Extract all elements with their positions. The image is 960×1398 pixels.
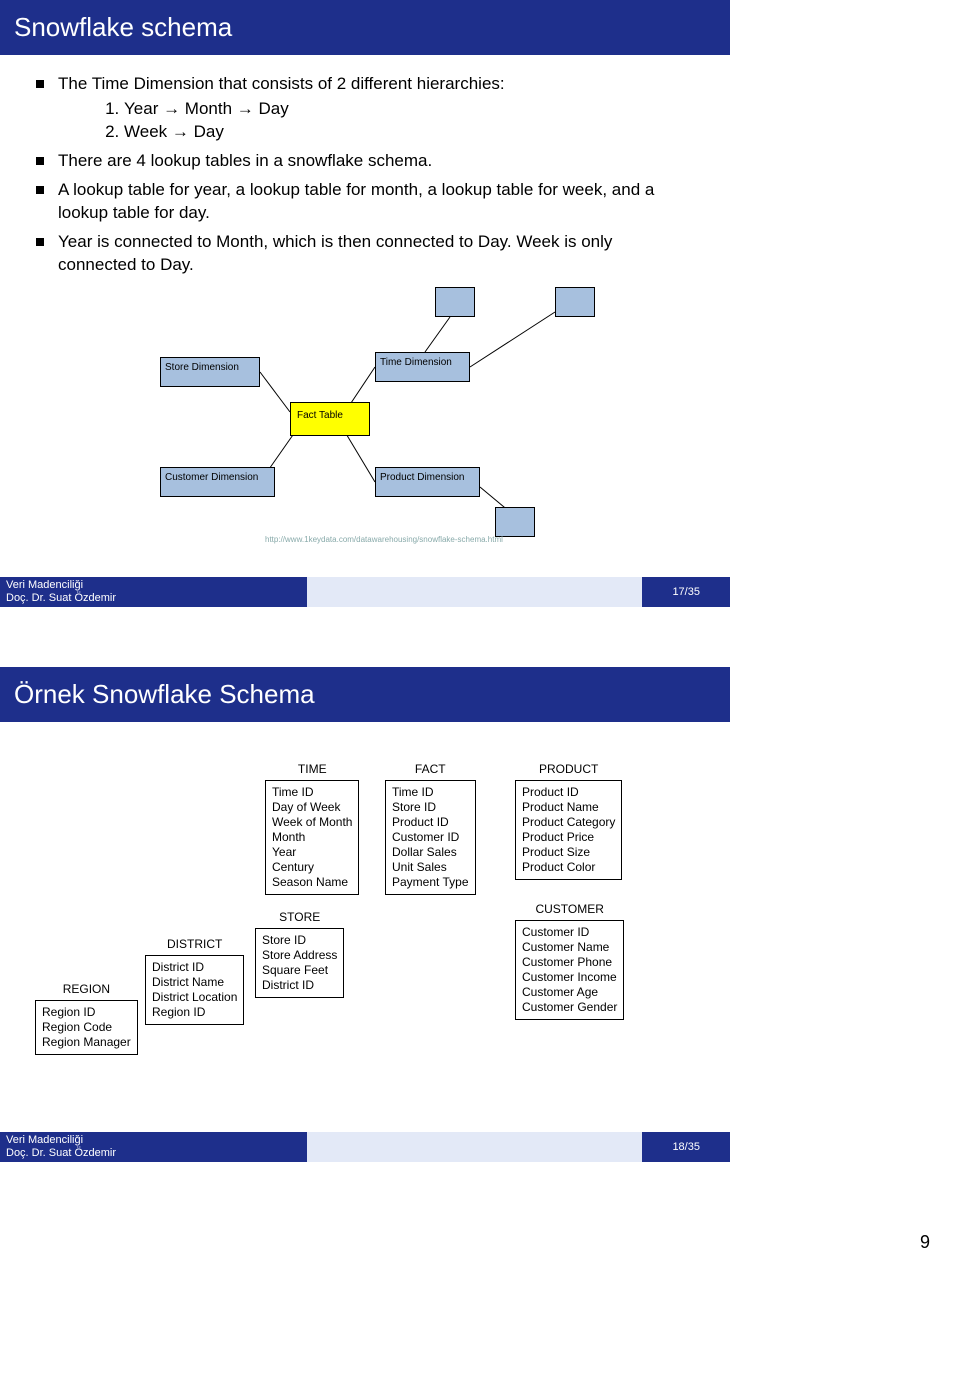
- lookup-box: [555, 287, 595, 317]
- slide-1: Snowflake schema The Time Dimension that…: [0, 0, 730, 607]
- slide-title: Örnek Snowflake Schema: [0, 667, 730, 722]
- entity-district: DISTRICT District IDDistrict NameDistric…: [145, 937, 244, 1025]
- footer-left: Veri Madenciliği Doç. Dr. Suat Özdemir: [0, 1132, 307, 1162]
- footer-mid: [307, 1132, 643, 1162]
- footer-pager-text: 18/35: [672, 1141, 700, 1153]
- slide-title-text: Snowflake schema: [14, 12, 232, 43]
- page-number: 9: [0, 1222, 960, 1259]
- entity-title: TIME: [265, 762, 359, 776]
- entity-store: STORE Store IDStore AddressSquare FeetDi…: [255, 910, 344, 998]
- footer-pager: 17/35: [642, 577, 730, 607]
- ordered-item: Year → Month → Day: [124, 98, 694, 121]
- snowflake-diagram: Store Dimension Time Dimension Fact Tabl…: [115, 287, 615, 567]
- bullet-item: The Time Dimension that consists of 2 di…: [36, 73, 694, 144]
- product-dimension-box: Product Dimension: [375, 467, 480, 497]
- time-dimension-box: Time Dimension: [375, 352, 470, 382]
- slide-title: Snowflake schema: [0, 0, 730, 55]
- entity-title: PRODUCT: [515, 762, 622, 776]
- entity-title: DISTRICT: [145, 937, 244, 951]
- footer-left: Veri Madenciliği Doç. Dr. Suat Özdemir: [0, 577, 307, 607]
- footer-course: Veri Madenciliği: [6, 579, 301, 592]
- entity-fields: District IDDistrict NameDistrict Locatio…: [145, 955, 244, 1025]
- slide-footer: Veri Madenciliği Doç. Dr. Suat Özdemir 1…: [0, 577, 730, 607]
- entity-region: REGION Region IDRegion CodeRegion Manage…: [35, 982, 138, 1055]
- entity-title: FACT: [385, 762, 476, 776]
- footer-course: Veri Madenciliği: [6, 1134, 301, 1147]
- lookup-box: [435, 287, 475, 317]
- entity-fact: FACT Time IDStore IDProduct IDCustomer I…: [385, 762, 476, 895]
- footer-author: Doç. Dr. Suat Özdemir: [6, 1147, 301, 1160]
- entity-fields: Store IDStore AddressSquare FeetDistrict…: [255, 928, 344, 998]
- entity-fields: Time IDDay of WeekWeek of MonthMonthYear…: [265, 780, 359, 895]
- bullet-text: The Time Dimension that consists of 2 di…: [58, 74, 505, 93]
- slide-2: Örnek Snowflake Schema TIME Time IDDay o…: [0, 667, 730, 1162]
- bullet-item: There are 4 lookup tables in a snowflake…: [36, 150, 694, 173]
- slide-content: The Time Dimension that consists of 2 di…: [0, 55, 730, 577]
- entity-fields: Time IDStore IDProduct IDCustomer IDDoll…: [385, 780, 476, 895]
- ordered-item: Week → Day: [124, 121, 694, 144]
- bullet-item: Year is connected to Month, which is the…: [36, 231, 694, 277]
- entity-time: TIME Time IDDay of WeekWeek of MonthMont…: [265, 762, 359, 895]
- bullet-item: A lookup table for year, a lookup table …: [36, 179, 694, 225]
- entity-title: STORE: [255, 910, 344, 924]
- slide-title-text: Örnek Snowflake Schema: [14, 679, 315, 710]
- entity-customer: CUSTOMER Customer IDCustomer NameCustome…: [515, 902, 624, 1020]
- entity-product: PRODUCT Product IDProduct NameProduct Ca…: [515, 762, 622, 880]
- diagram-source-url: http://www.1keydata.com/datawarehousing/…: [265, 535, 503, 546]
- entity-title: REGION: [35, 982, 138, 996]
- store-dimension-box: Store Dimension: [160, 357, 260, 387]
- entity-fields: Product IDProduct NameProduct CategoryPr…: [515, 780, 622, 880]
- entity-fields: Customer IDCustomer NameCustomer PhoneCu…: [515, 920, 624, 1020]
- example-snowflake-diagram: TIME Time IDDay of WeekWeek of MonthMont…: [35, 762, 695, 1092]
- footer-pager-text: 17/35: [672, 586, 700, 598]
- footer-pager: 18/35: [642, 1132, 730, 1162]
- footer-author: Doç. Dr. Suat Özdemir: [6, 592, 301, 605]
- lookup-box: [495, 507, 535, 537]
- entity-fields: Region IDRegion CodeRegion Manager: [35, 1000, 138, 1055]
- customer-dimension-box: Customer Dimension: [160, 467, 275, 497]
- slide-footer: Veri Madenciliği Doç. Dr. Suat Özdemir 1…: [0, 1132, 730, 1162]
- entity-title: CUSTOMER: [515, 902, 624, 916]
- fact-table-box: Fact Table: [290, 402, 370, 436]
- footer-mid: [307, 577, 643, 607]
